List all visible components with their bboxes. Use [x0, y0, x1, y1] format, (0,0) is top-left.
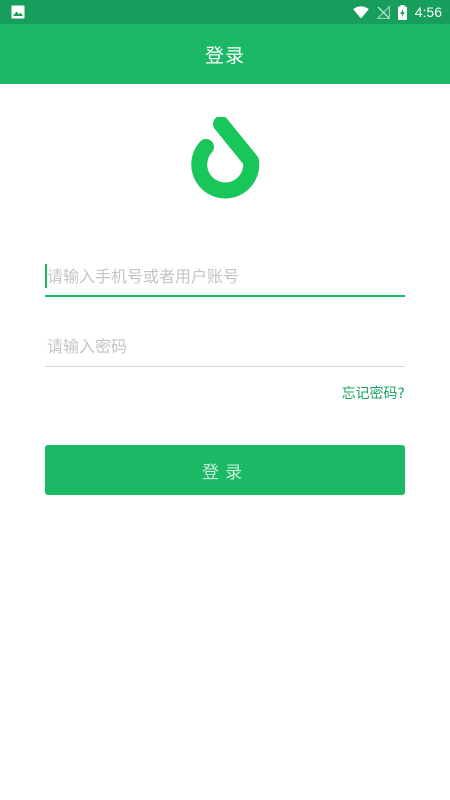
water-drop-logo-icon	[191, 117, 260, 199]
password-field[interactable]	[45, 326, 405, 367]
no-signal-icon	[376, 5, 390, 19]
password-underline	[45, 366, 405, 367]
forgot-password-link[interactable]: 忘记密码?	[342, 383, 405, 403]
username-input[interactable]	[45, 256, 405, 296]
username-field[interactable]	[45, 256, 405, 297]
status-time: 4:56	[414, 4, 442, 20]
password-input[interactable]	[45, 326, 405, 366]
username-underline	[45, 295, 405, 297]
page-title: 登录	[204, 44, 245, 67]
status-icons: 4:56	[352, 0, 442, 24]
text-cursor	[45, 264, 47, 288]
status-bar: 4:56	[0, 0, 450, 24]
login-button[interactable]: 登录	[45, 445, 405, 495]
app-bar: 登录	[0, 24, 450, 84]
wifi-icon	[352, 5, 369, 18]
image-icon	[11, 5, 25, 19]
battery-charging-icon	[397, 4, 407, 20]
